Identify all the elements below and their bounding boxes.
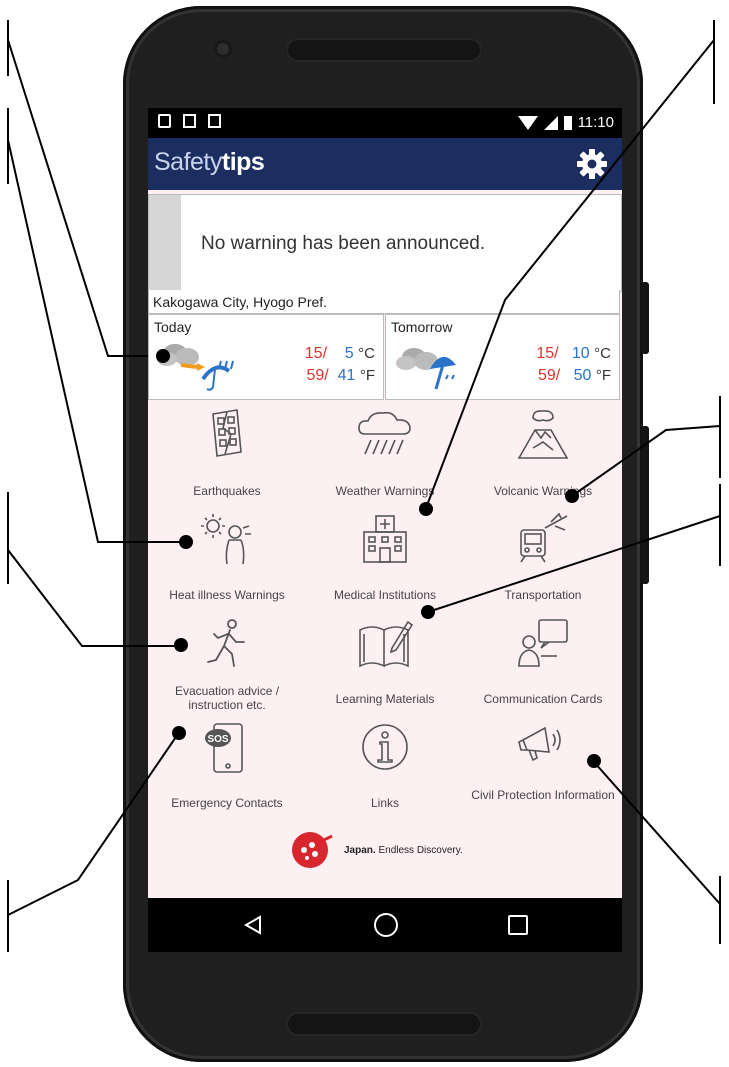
forecast-today[interactable]: Today 15/ 5 °C 59/ 41 °F [148, 314, 384, 400]
japan-logo-icon [292, 832, 333, 868]
unit-c: °C [594, 345, 611, 362]
menu-civil-protection[interactable]: Civil Protection Information [464, 716, 622, 820]
menu-label: Volcanic Warnings [493, 484, 593, 498]
warning-level-bar [149, 195, 181, 291]
today-low-c: 5 [344, 345, 354, 362]
app-title: Safetytips [154, 148, 265, 177]
menu-transportation[interactable]: Transportation [464, 508, 622, 612]
cloud-sun-rain-icon [157, 344, 234, 391]
sos-phone-icon: SOS [205, 723, 243, 773]
unit-f: °F [359, 367, 375, 384]
battery-icon [563, 115, 572, 130]
phone-side-button [641, 282, 649, 354]
app-bar: Safetytips [148, 138, 622, 190]
tomorrow-sep-f: / [555, 367, 561, 384]
brand-text: Japan. Endless Discovery. [344, 845, 463, 856]
gear-icon[interactable] [576, 148, 608, 180]
today-high-f: 59 [306, 367, 325, 384]
menu-communication-cards[interactable]: Communication Cards [464, 612, 622, 716]
menu-label: Weather Warnings [335, 484, 435, 498]
forecast-today-label: Today [154, 319, 192, 335]
bottom-speaker [286, 1012, 482, 1036]
status-time: 11:10 [577, 114, 614, 131]
menu-label: Communication Cards [483, 692, 603, 706]
app-title-bold: tips [221, 148, 265, 176]
menu-evacuation-advice[interactable]: Evacuation advice / instruction etc. [148, 612, 306, 716]
tomorrow-high-c: 15 [536, 345, 555, 362]
menu-learning-materials[interactable]: Learning Materials [306, 612, 464, 716]
top-speaker [286, 38, 482, 62]
app-title-light: Safety [154, 148, 222, 176]
tomorrow-high-f: 59 [537, 367, 556, 384]
train-plane-icon [520, 512, 568, 563]
tomorrow-low-f: 50 [573, 367, 592, 384]
menu-label: Civil Protection Information [471, 788, 615, 802]
forecast-tomorrow-label: Tomorrow [391, 319, 453, 335]
menu-label: Transportation [504, 588, 582, 602]
megaphone-icon [518, 726, 561, 762]
android-nav-bar [148, 898, 622, 952]
menu-heat-illness-warnings[interactable]: Heat illness Warnings [148, 508, 306, 612]
svg-text:SOS: SOS [207, 734, 228, 745]
unit-c: °C [358, 345, 375, 362]
book-pen-icon [359, 620, 414, 668]
brand-tagline: Endless Discovery. [378, 844, 463, 856]
menu-emergency-contacts[interactable]: SOS Emergency Contacts [148, 716, 306, 820]
menu-label: Emergency Contacts [171, 796, 283, 810]
menu-earthquakes[interactable]: Earthquakes [148, 404, 306, 508]
tomorrow-low-c: 10 [571, 345, 590, 362]
wifi-icon [517, 115, 538, 130]
warning-panel[interactable]: No warning has been announced. [148, 194, 622, 292]
menu-weather-warnings[interactable]: Weather Warnings [306, 404, 464, 508]
menu-label: Links [370, 796, 399, 810]
japan-brand: Japan. Endless Discovery. [290, 830, 463, 870]
signal-icon [543, 115, 558, 130]
menu-label: Heat illness Warnings [169, 588, 285, 602]
menu-label: Evacuation advice / instruction etc. [174, 684, 280, 712]
heat-illness-icon [201, 514, 251, 565]
recents-icon[interactable] [508, 915, 528, 935]
earthquake-building-icon [212, 409, 242, 457]
forecast-tomorrow-temps: 15/ 10 °C 59/ 50 °F [536, 343, 611, 387]
image-notification-icon [183, 114, 196, 128]
hospital-icon [363, 515, 407, 563]
front-camera [214, 40, 232, 58]
info-icon [362, 724, 408, 770]
download-notification-icon [208, 114, 221, 128]
volcano-icon [517, 410, 569, 459]
menu-medical-institutions[interactable]: Medical Institutions [306, 508, 464, 612]
today-high-c: 15 [304, 345, 323, 362]
status-bar: 11:10 [148, 108, 622, 138]
menu-volcanic-warnings[interactable]: Volcanic Warnings [464, 404, 622, 508]
today-sep-c: / [322, 345, 328, 362]
forecast-tomorrow[interactable]: Tomorrow 15/ 10 °C 59/ 50 °F [385, 314, 620, 400]
home-icon[interactable] [374, 913, 398, 937]
phone-volume-button [641, 426, 649, 584]
cloud-umbrella-icon [396, 348, 456, 390]
warning-message: No warning has been announced. [201, 233, 486, 254]
app-screen: 11:10 Safetytips No warning has been ann… [148, 108, 622, 952]
back-icon[interactable] [244, 915, 262, 935]
unit-f: °F [595, 367, 611, 384]
menu-label: Medical Institutions [333, 588, 437, 602]
today-low-f: 41 [337, 367, 356, 384]
location-label: Kakogawa City, Hyogo Pref. [148, 290, 620, 314]
today-sep-f: / [324, 367, 329, 384]
menu-links[interactable]: Links [306, 716, 464, 820]
tomorrow-sep-c: / [554, 345, 559, 362]
brand-name: Japan. [344, 844, 376, 856]
forecast-today-temps: 15/ 5 °C 59/ 41 °F [305, 343, 375, 387]
notification-icon [158, 114, 171, 128]
running-person-icon [207, 619, 245, 667]
rain-cloud-icon [358, 411, 411, 455]
speech-card-icon [518, 619, 568, 667]
menu-label: Earthquakes [193, 484, 261, 498]
menu-label: Learning Materials [335, 692, 435, 706]
